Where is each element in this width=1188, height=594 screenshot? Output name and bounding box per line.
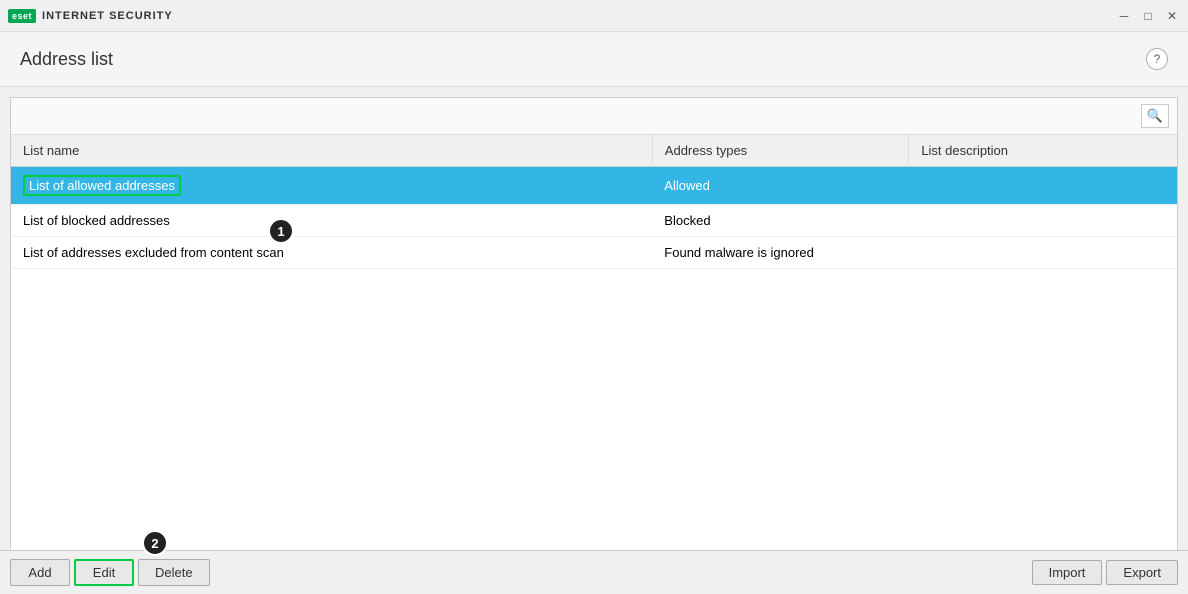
search-icon: 🔍 <box>1147 108 1163 124</box>
main-content: 🔍 List name Address types List descripti… <box>10 97 1178 576</box>
import-button[interactable]: Import <box>1032 560 1103 585</box>
cell-list-name: List of allowed addresses <box>11 167 652 205</box>
table-row[interactable]: List of allowed addresses Allowed <box>11 167 1177 205</box>
selected-row-label: List of allowed addresses <box>23 175 181 196</box>
col-header-address-types: Address types <box>652 135 909 167</box>
help-button[interactable]: ? <box>1146 48 1168 70</box>
title-bar-controls: ─ □ ✕ <box>1116 8 1180 24</box>
table-row[interactable]: List of blocked addresses Blocked <box>11 205 1177 237</box>
bottom-bar: Add Edit Delete Import Export <box>0 550 1188 594</box>
export-button[interactable]: Export <box>1106 560 1178 585</box>
close-button[interactable]: ✕ <box>1164 8 1180 24</box>
title-bar: eset INTERNET SECURITY ─ □ ✕ <box>0 0 1188 32</box>
annotation-2: 2 <box>142 530 168 556</box>
cell-list-description <box>909 205 1177 237</box>
cell-list-description <box>909 237 1177 269</box>
address-list-table: List name Address types List description… <box>11 135 1177 269</box>
maximize-button[interactable]: □ <box>1140 8 1156 24</box>
page-header: Address list ? <box>0 32 1188 87</box>
app-name: INTERNET SECURITY <box>42 10 173 22</box>
eset-logo: eset <box>8 9 36 23</box>
col-header-list-description: List description <box>909 135 1177 167</box>
col-header-list-name: List name <box>11 135 652 167</box>
search-bar: 🔍 <box>11 98 1177 135</box>
bottom-left-buttons: Add Edit Delete <box>10 559 210 586</box>
title-bar-left: eset INTERNET SECURITY <box>8 9 173 23</box>
cell-address-types: Allowed <box>652 167 909 205</box>
minimize-button[interactable]: ─ <box>1116 8 1132 24</box>
add-button[interactable]: Add <box>10 559 70 586</box>
cell-list-name: List of addresses excluded from content … <box>11 237 652 269</box>
cell-list-description <box>909 167 1177 205</box>
edit-button[interactable]: Edit <box>74 559 134 586</box>
table-row[interactable]: List of addresses excluded from content … <box>11 237 1177 269</box>
search-button[interactable]: 🔍 <box>1141 104 1169 128</box>
page-title: Address list <box>20 49 113 70</box>
cell-address-types: Blocked <box>652 205 909 237</box>
table-container: List name Address types List description… <box>11 135 1177 575</box>
cell-list-name: List of blocked addresses <box>11 205 652 237</box>
cell-address-types: Found malware is ignored <box>652 237 909 269</box>
table-header: List name Address types List description <box>11 135 1177 167</box>
bottom-right-buttons: Import Export <box>1032 560 1178 585</box>
table-body: List of allowed addresses Allowed List o… <box>11 167 1177 269</box>
delete-button[interactable]: Delete <box>138 559 210 586</box>
annotation-1: 1 <box>268 218 294 244</box>
